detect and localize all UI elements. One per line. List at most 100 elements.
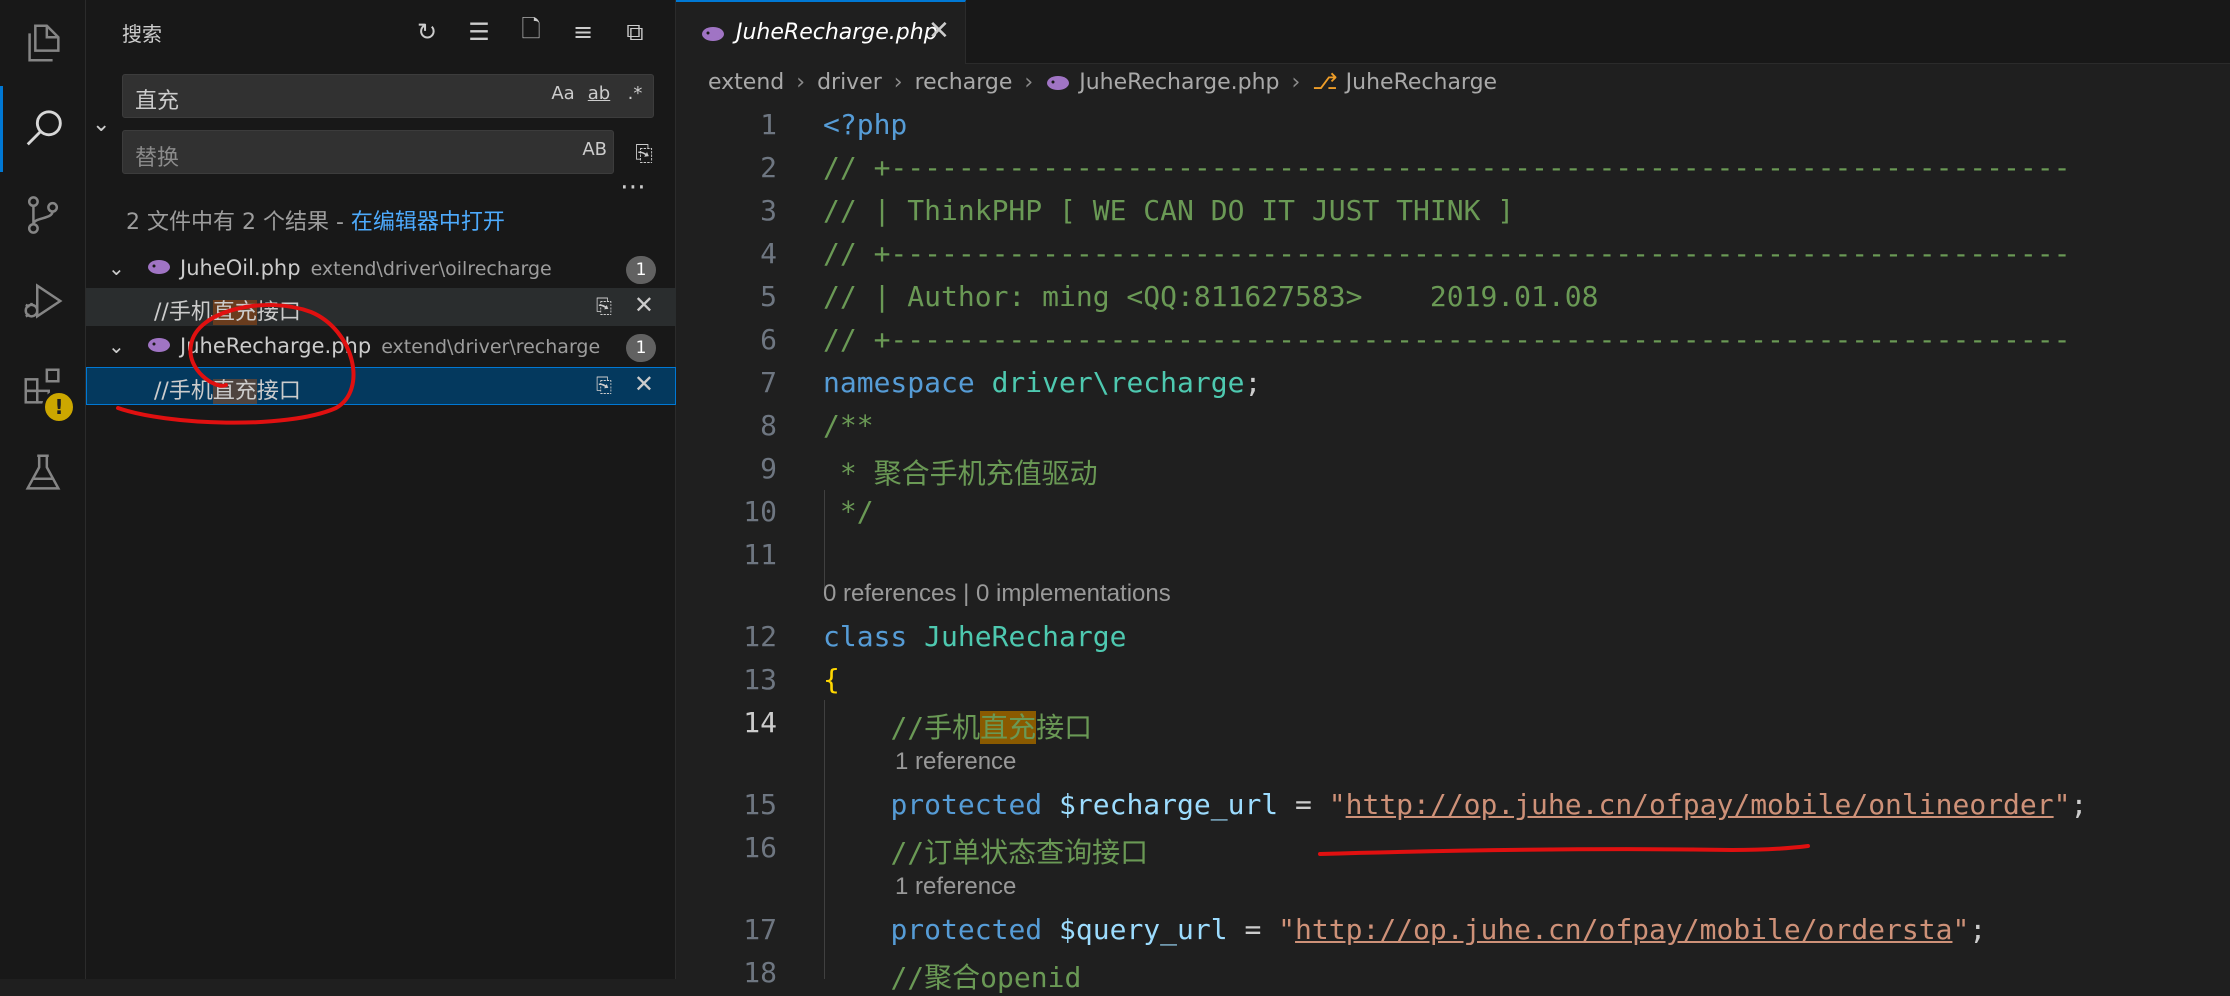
code-line: * 聚合手机充值驱动: [823, 457, 1098, 490]
replace-all-icon[interactable]: ⎘: [626, 136, 662, 172]
php-elephant-icon: [148, 260, 170, 274]
code-line: {: [823, 663, 840, 696]
code-token: driver\recharge: [991, 366, 1245, 399]
code-token: ;: [1244, 366, 1262, 399]
line-number: 7: [760, 366, 777, 399]
result-match-row[interactable]: //手机直充接口 ⎘ ✕: [86, 288, 676, 326]
breadcrumb-item[interactable]: JuheRecharge.php: [1079, 70, 1279, 95]
activity-bar: !: [0, 0, 86, 979]
chevron-right-icon: ›: [796, 70, 806, 95]
code-line: class JuheRecharge: [823, 620, 1126, 653]
code-line: */: [823, 495, 874, 528]
code-token: namespace: [823, 366, 975, 399]
tab-juherecharge[interactable]: JuheRecharge.php ✕: [676, 0, 966, 64]
source-control-icon[interactable]: [0, 172, 86, 258]
search-input-value: 直充: [135, 89, 180, 114]
open-in-editor-link[interactable]: 在编辑器中打开: [351, 210, 505, 235]
breadcrumb-item[interactable]: extend: [708, 70, 784, 95]
chevron-right-icon: ›: [1024, 70, 1034, 95]
php-elephant-icon: [1047, 75, 1070, 90]
code-token: protected: [890, 788, 1043, 821]
whole-word-toggle[interactable]: ab: [587, 83, 611, 104]
line-number: 17: [743, 913, 777, 946]
php-elephant-icon: [702, 27, 724, 41]
codelens-references[interactable]: 1 reference: [895, 873, 1016, 901]
code-token: =: [1278, 788, 1329, 821]
match-text-hit: 直充: [212, 379, 257, 404]
breadcrumb: extend › driver › recharge › JuheRecharg…: [708, 70, 1497, 95]
editor-area: JuheRecharge.php ✕ extend › driver › rec…: [676, 0, 2230, 994]
result-file-row[interactable]: ⌄ JuheOil.php extend\driver\oilrecharge 1: [86, 250, 676, 288]
code-line: // +------------------------------------…: [823, 323, 2071, 356]
line-number: 4: [760, 237, 777, 270]
results-summary: 2 文件中有 2 个结果 - 在编辑器中打开: [126, 204, 505, 236]
line-number: 1: [760, 108, 777, 141]
replace-icon[interactable]: ⎘: [596, 294, 612, 318]
result-file-row[interactable]: ⌄ JuheRecharge.php extend\driver\recharge…: [86, 328, 676, 366]
view-as-tree-icon[interactable]: ≡: [565, 14, 601, 50]
code-line: /**: [823, 409, 874, 442]
match-text-before: //手机: [154, 300, 213, 325]
replace-icon[interactable]: ⎘: [596, 373, 612, 397]
line-number: 8: [760, 409, 777, 442]
code-token: class: [823, 620, 908, 653]
result-match-row[interactable]: //手机直充接口 ⎘ ✕: [86, 367, 676, 405]
new-search-editor-icon[interactable]: 🗋: [513, 14, 549, 50]
search-icon[interactable]: [0, 86, 86, 172]
dismiss-icon[interactable]: ✕: [634, 291, 654, 319]
extensions-icon[interactable]: !: [0, 344, 86, 430]
dismiss-icon[interactable]: ✕: [634, 370, 654, 398]
codelens-references[interactable]: 1 reference: [895, 748, 1016, 776]
match-text-after: 接口: [256, 300, 301, 325]
code-line: // | ThinkPHP [ WE CAN DO IT JUST THINK …: [823, 194, 1515, 227]
testing-icon[interactable]: [0, 430, 86, 516]
code-line: //手机直充接口: [823, 706, 1092, 746]
chevron-right-icon: ›: [1291, 70, 1301, 95]
collapse-all-icon[interactable]: ⧉: [617, 14, 653, 50]
code-line: //订单状态查询接口: [823, 831, 1148, 871]
line-number: 11: [743, 538, 777, 571]
result-file-name: JuheRecharge.php: [180, 334, 372, 358]
code-token: //聚合openid: [890, 961, 1082, 994]
code-line: <?php: [823, 108, 908, 141]
code-link[interactable]: http://op.juhe.cn/ofpay/mobile/onlineord…: [1346, 788, 2054, 821]
code-line: protected $query_url = "http://op.juhe.c…: [890, 913, 1987, 946]
sidebar-actions: ↻ ☰ 🗋 ≡ ⧉: [409, 14, 653, 50]
line-number: 10: [743, 495, 777, 528]
line-number: 14: [743, 706, 777, 739]
tab-label: JuheRecharge.php: [736, 20, 938, 45]
warning-badge-icon: !: [42, 390, 76, 424]
run-debug-icon[interactable]: [0, 258, 86, 344]
code-token: //订单状态查询接口: [890, 836, 1149, 869]
explorer-icon[interactable]: [0, 0, 86, 86]
replace-input[interactable]: 替换 AB: [122, 130, 614, 174]
codelens-references[interactable]: 0 references | 0 implementations: [823, 580, 1171, 608]
code-link[interactable]: http://op.juhe.cn/ofpay/mobile/ordersta: [1295, 913, 1952, 946]
toggle-replace-chevron-icon[interactable]: ⌄: [92, 112, 110, 137]
line-number: 15: [743, 788, 777, 821]
chevron-down-icon[interactable]: ⌄: [108, 334, 125, 358]
preserve-case-toggle[interactable]: AB: [582, 139, 607, 160]
result-file-name: JuheOil.php: [180, 256, 301, 280]
code-line: protected $recharge_url = "http://op.juh…: [890, 788, 2088, 821]
regex-toggle[interactable]: .*: [623, 83, 647, 104]
code-token: //手机: [890, 711, 981, 744]
breadcrumb-item[interactable]: JuheRecharge: [1346, 70, 1497, 95]
more-options-icon[interactable]: ⋯: [620, 172, 648, 202]
breadcrumb-item[interactable]: recharge: [915, 70, 1013, 95]
code-token: protected: [890, 913, 1043, 946]
line-number: 9: [760, 452, 777, 485]
search-options: Aa ab .*: [551, 83, 647, 104]
code-token: $recharge_url: [1059, 788, 1279, 821]
line-number: 18: [743, 956, 777, 989]
search-input[interactable]: 直充 Aa ab .*: [122, 74, 654, 118]
close-icon[interactable]: ✕: [928, 16, 950, 46]
match-case-toggle[interactable]: Aa: [551, 83, 575, 104]
chevron-down-icon[interactable]: ⌄: [108, 256, 125, 280]
refresh-icon[interactable]: ↻: [409, 14, 445, 50]
clear-results-icon[interactable]: ☰: [461, 14, 497, 50]
result-file-path: extend\driver\recharge: [381, 336, 601, 358]
breadcrumb-item[interactable]: driver: [817, 70, 882, 95]
chevron-right-icon: ›: [893, 70, 903, 95]
match-text-before: //手机: [154, 379, 213, 404]
